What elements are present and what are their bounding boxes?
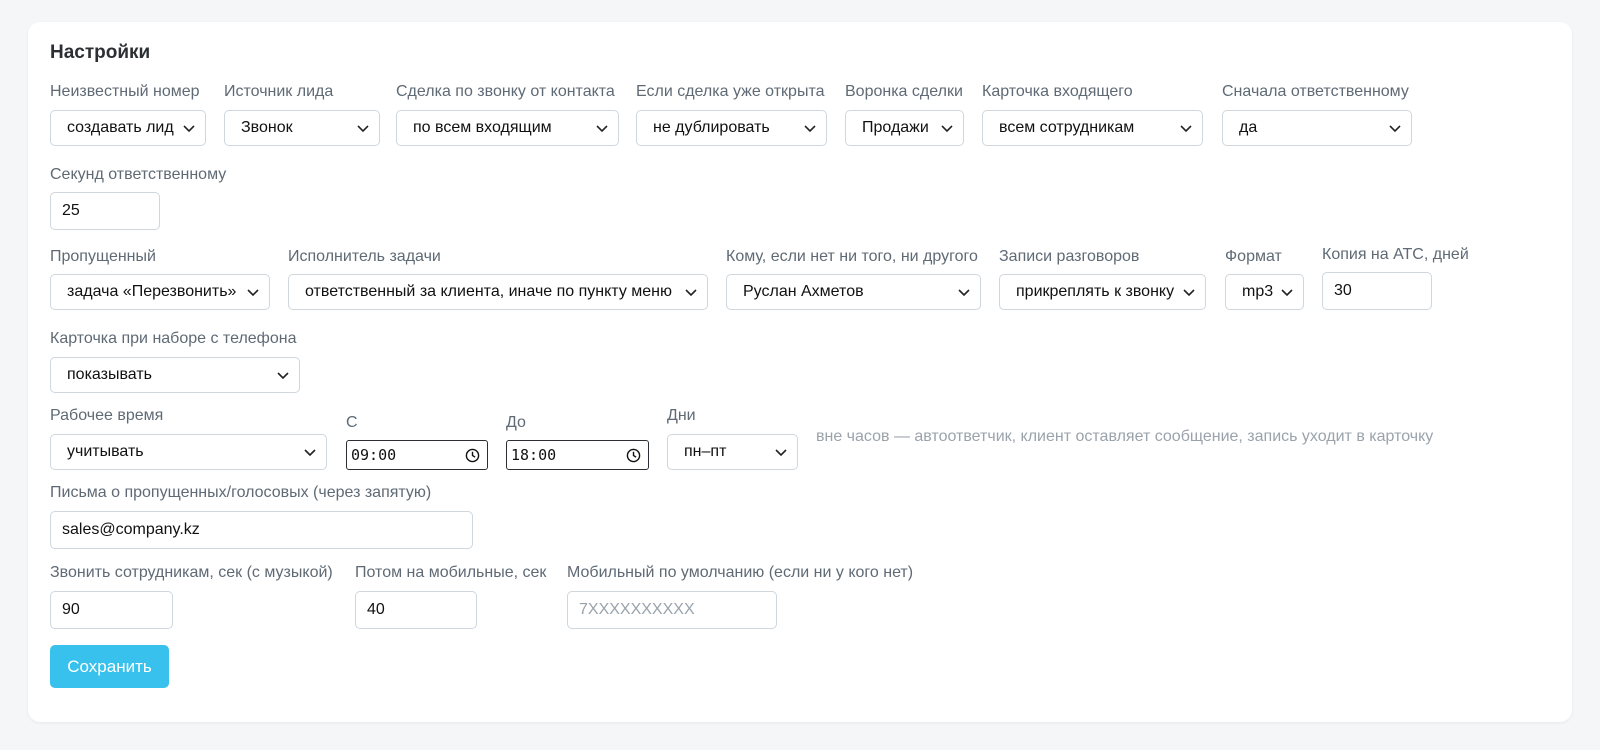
deal-by-call-value: по всем входящим — [413, 119, 552, 136]
task-executor-label: Исполнитель задачи — [288, 248, 441, 265]
phone-dial-card-value: показывать — [67, 366, 152, 383]
incoming-card-value: всем сотрудникам — [999, 119, 1135, 136]
chevron-down-icon — [958, 289, 970, 297]
ring-mobile-input[interactable] — [355, 591, 477, 629]
incoming-card-select[interactable]: всем сотрудникам — [982, 110, 1203, 146]
work-time-label: Рабочее время — [50, 407, 164, 424]
deal-open-value: не дублировать — [653, 119, 770, 136]
time-to-value: 18:00 — [511, 446, 557, 464]
responsible-first-select[interactable]: да — [1222, 110, 1412, 146]
work-time-value: учитывать — [67, 443, 144, 460]
time-from-label: С — [346, 414, 358, 431]
chevron-down-icon — [941, 125, 953, 133]
work-time-hint: вне часов — автоответчик, клиент оставля… — [816, 428, 1434, 445]
task-executor-value: ответственный за клиента, иначе по пункт… — [305, 283, 672, 300]
ring-staff-label: Звонить сотрудникам, сек (с музыкой) — [50, 564, 333, 581]
chevron-down-icon — [1180, 125, 1192, 133]
responsible-first-label: Сначала ответственному — [1222, 83, 1409, 100]
responsible-first-value: да — [1239, 119, 1258, 136]
work-time-select[interactable]: учитывать — [50, 434, 327, 470]
missed-select[interactable]: задача «Перезвонить» — [50, 274, 270, 310]
default-mobile-input[interactable] — [567, 591, 777, 629]
funnel-select[interactable]: Продажи — [845, 110, 964, 146]
deal-open-label: Если сделка уже открыта — [636, 83, 825, 100]
task-executor-select[interactable]: ответственный за клиента, иначе по пункт… — [288, 274, 708, 310]
page-title: Настройки — [50, 42, 151, 63]
time-from-value: 09:00 — [351, 446, 397, 464]
ats-copy-days-label: Копия на АТС, дней — [1322, 246, 1469, 263]
chevron-down-icon — [357, 125, 369, 133]
recordings-value: прикреплять к звонку — [1016, 283, 1175, 300]
ring-mobile-label: Потом на мобильные, сек — [355, 564, 547, 581]
chevron-down-icon — [1183, 289, 1195, 297]
unknown-number-label: Неизвестный номер — [50, 83, 200, 100]
incoming-card-label: Карточка входящего — [982, 83, 1133, 100]
deal-open-select[interactable]: не дублировать — [636, 110, 827, 146]
chevron-down-icon — [1389, 125, 1401, 133]
phone-dial-card-select[interactable]: показывать — [50, 357, 300, 393]
time-to-label: До — [506, 414, 526, 431]
chevron-down-icon — [775, 449, 787, 457]
lead-source-select[interactable]: Звонок — [224, 110, 380, 146]
days-label: Дни — [667, 407, 696, 424]
chevron-down-icon — [277, 372, 289, 380]
days-select[interactable]: пн–пт — [667, 434, 798, 470]
chevron-down-icon — [304, 449, 316, 457]
fallback-user-select[interactable]: Руслан Ахметов — [726, 274, 981, 310]
chevron-down-icon — [1281, 289, 1293, 297]
default-mobile-label: Мобильный по умолчанию (если ни у кого н… — [567, 564, 914, 581]
clock-icon — [626, 448, 641, 463]
funnel-label: Воронка сделки — [845, 83, 963, 100]
save-button[interactable]: Сохранить — [50, 645, 169, 688]
funnel-value: Продажи — [862, 119, 929, 136]
chevron-down-icon — [685, 289, 697, 297]
unknown-number-select[interactable]: создавать лид — [50, 110, 206, 146]
fallback-user-label: Кому, если нет ни того, ни другого — [726, 248, 978, 265]
chevron-down-icon — [804, 125, 816, 133]
phone-dial-card-label: Карточка при наборе с телефона — [50, 330, 297, 347]
deal-by-call-select[interactable]: по всем входящим — [396, 110, 619, 146]
chevron-down-icon — [247, 289, 259, 297]
format-value: mp3 — [1242, 283, 1274, 300]
responsible-seconds-label: Секунд ответственному — [50, 166, 227, 183]
unknown-number-value: создавать лид — [67, 119, 174, 136]
emails-label: Письма о пропущенных/голосовых (через за… — [50, 484, 432, 501]
responsible-seconds-input[interactable] — [50, 192, 160, 230]
ats-copy-days-input[interactable] — [1322, 272, 1432, 310]
chevron-down-icon — [183, 125, 195, 133]
days-value: пн–пт — [684, 443, 727, 460]
emails-input[interactable] — [50, 511, 473, 549]
fallback-user-value: Руслан Ахметов — [743, 283, 864, 300]
ring-staff-input[interactable] — [50, 591, 173, 629]
recordings-label: Записи разговоров — [999, 248, 1140, 265]
lead-source-label: Источник лида — [224, 83, 334, 100]
deal-by-call-label: Сделка по звонку от контакта — [396, 83, 615, 100]
format-label: Формат — [1225, 248, 1282, 265]
time-to-input[interactable]: 18:00 — [506, 440, 649, 470]
recordings-select[interactable]: прикреплять к звонку — [999, 274, 1206, 310]
missed-label: Пропущенный — [50, 248, 156, 265]
lead-source-value: Звонок — [241, 119, 293, 136]
chevron-down-icon — [596, 125, 608, 133]
format-select[interactable]: mp3 — [1225, 274, 1304, 310]
clock-icon — [465, 448, 480, 463]
time-from-input[interactable]: 09:00 — [346, 440, 488, 470]
missed-value: задача «Перезвонить» — [67, 283, 237, 300]
